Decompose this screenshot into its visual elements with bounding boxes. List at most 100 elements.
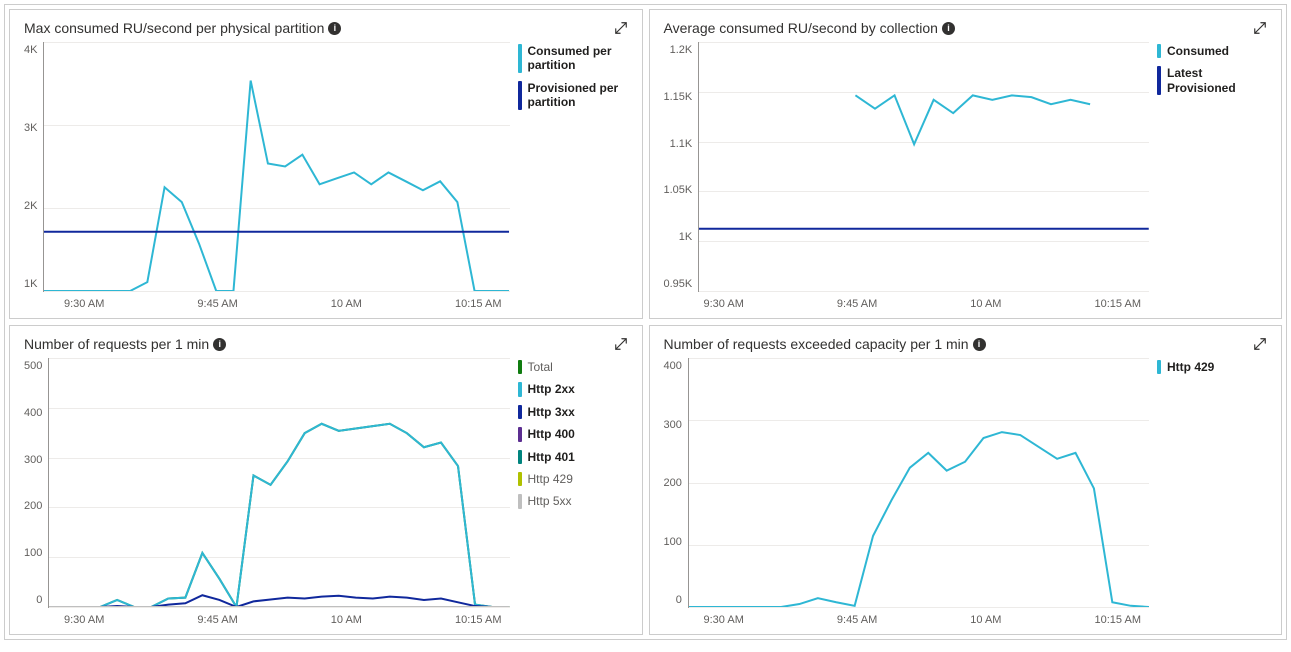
legend-label: Http 401	[528, 450, 575, 464]
chart-area: 1.2K1.15K1.1K1.05K1K0.95K 9:30 AM 9:45 AM…	[664, 42, 1150, 310]
plot-surface[interactable]	[688, 358, 1149, 608]
legend-color-bar	[518, 450, 522, 464]
legend-label: Consumed	[1167, 44, 1229, 58]
x-tick-label: 9:30 AM	[64, 614, 104, 626]
info-icon[interactable]: i	[328, 22, 341, 35]
legend-item[interactable]: Http 5xx	[518, 494, 628, 508]
legend-color-bar	[518, 44, 522, 73]
grid-line	[689, 607, 1149, 608]
y-tick-label: 0	[676, 594, 682, 606]
series-line	[44, 81, 509, 291]
x-tick-label: 10:15 AM	[455, 614, 501, 626]
y-tick-label: 1.2K	[670, 44, 693, 56]
legend-color-bar	[1157, 66, 1161, 95]
y-axis: 1.2K1.15K1.1K1.05K1K0.95K	[664, 42, 699, 292]
chart-svg	[44, 42, 509, 291]
legend: Consumed Latest Provisioned	[1157, 42, 1267, 310]
card-header: Number of requests exceeded capacity per…	[664, 336, 1268, 352]
legend-item[interactable]: Http 429	[518, 472, 628, 486]
legend-item[interactable]: Http 400	[518, 427, 628, 441]
card-header: Number of requests per 1 min i	[24, 336, 628, 352]
legend-label: Total	[528, 360, 553, 374]
legend-label: Http 5xx	[528, 494, 572, 508]
legend-label: Provisioned per partition	[528, 81, 628, 110]
y-tick-label: 100	[24, 547, 42, 559]
y-axis: 4003002001000	[664, 358, 688, 608]
chart-svg	[689, 358, 1149, 607]
card-title-text: Max consumed RU/second per physical part…	[24, 20, 324, 36]
expand-icon[interactable]	[614, 21, 628, 35]
plot-surface[interactable]	[698, 42, 1149, 292]
x-tick-label: 9:45 AM	[197, 298, 237, 310]
legend-item[interactable]: Http 3xx	[518, 405, 628, 419]
y-tick-label: 0	[36, 594, 42, 606]
expand-icon[interactable]	[614, 337, 628, 351]
grid-line	[44, 291, 509, 292]
chart-area: 5004003002001000 9:30 AM9:45 AM10 AM10:1…	[24, 358, 510, 626]
legend-label: Consumed per partition	[528, 44, 628, 73]
x-tick-label: 10:15 AM	[455, 298, 501, 310]
chart-area: 4003002001000 9:30 AM9:45 AM10 AM10:15 A…	[664, 358, 1150, 626]
legend-item[interactable]: Http 429	[1157, 360, 1267, 374]
card-title: Average consumed RU/second by collection…	[664, 20, 955, 36]
chart-svg	[699, 42, 1149, 291]
legend-label: Http 429	[528, 472, 573, 486]
x-tick-label: 10:15 AM	[1095, 614, 1141, 626]
legend-color-bar	[518, 405, 522, 419]
legend: Total Http 2xx Http 3xx Http 400 Http 401 Htt…	[518, 358, 628, 626]
card-body: 4003002001000 9:30 AM9:45 AM10 AM10:15 A…	[664, 358, 1268, 626]
x-tick-label: 9:30 AM	[704, 298, 744, 310]
plot-wrap: 4003002001000	[664, 358, 1150, 608]
legend-item[interactable]: Provisioned per partition	[518, 81, 628, 110]
dashboard-grid: Max consumed RU/second per physical part…	[4, 4, 1287, 640]
legend-item[interactable]: Total	[518, 360, 628, 374]
card-body: 4K3K2K1K 9:30 AM9:45 AM10 AM10:15 AM Con…	[24, 42, 628, 310]
plot-surface[interactable]	[48, 358, 509, 608]
legend-item[interactable]: Http 2xx	[518, 382, 628, 396]
expand-icon[interactable]	[1253, 21, 1267, 35]
y-tick-label: 300	[24, 454, 42, 466]
series-line	[856, 95, 1091, 144]
chart-card-ru-collection: Average consumed RU/second by collection…	[649, 9, 1283, 319]
expand-icon[interactable]	[1253, 337, 1267, 351]
y-tick-label: 300	[664, 419, 682, 431]
chart-card-ru-partition: Max consumed RU/second per physical part…	[9, 9, 643, 319]
legend-color-bar	[518, 360, 522, 374]
card-title-text: Number of requests per 1 min	[24, 336, 209, 352]
info-icon[interactable]: i	[942, 22, 955, 35]
card-body: 5004003002001000 9:30 AM9:45 AM10 AM10:1…	[24, 358, 628, 626]
legend-item[interactable]: Consumed	[1157, 44, 1267, 58]
info-icon[interactable]: i	[973, 338, 986, 351]
card-header: Average consumed RU/second by collection…	[664, 20, 1268, 36]
legend: Consumed per partition Provisioned per pa…	[518, 42, 628, 310]
y-tick-label: 400	[24, 407, 42, 419]
legend-label: Http 400	[528, 427, 575, 441]
x-tick-label: 9:45 AM	[837, 614, 877, 626]
y-tick-label: 3K	[24, 122, 37, 134]
y-tick-label: 200	[24, 500, 42, 512]
x-axis: 9:30 AM9:45 AM10 AM10:15 AM	[664, 292, 1150, 310]
y-tick-label: 400	[664, 360, 682, 372]
legend-color-bar	[518, 81, 522, 110]
legend-item[interactable]: Consumed per partition	[518, 44, 628, 73]
x-axis: 9:30 AM9:45 AM10 AM10:15 AM	[24, 292, 510, 310]
x-axis: 9:30 AM9:45 AM10 AM10:15 AM	[24, 608, 510, 626]
y-tick-label: 200	[664, 477, 682, 489]
legend-label: Http 3xx	[528, 405, 575, 419]
x-tick-label: 10 AM	[970, 298, 1001, 310]
plot-surface[interactable]	[43, 42, 509, 292]
info-icon[interactable]: i	[213, 338, 226, 351]
legend-item[interactable]: Http 401	[518, 450, 628, 464]
plot-wrap: 1.2K1.15K1.1K1.05K1K0.95K	[664, 42, 1150, 292]
y-tick-label: 0.95K	[664, 278, 693, 290]
card-title-text: Average consumed RU/second by collection	[664, 20, 938, 36]
x-tick-label: 9:45 AM	[837, 298, 877, 310]
legend: Http 429	[1157, 358, 1267, 626]
grid-line	[699, 291, 1149, 292]
x-tick-label: 10 AM	[331, 298, 362, 310]
plot-wrap: 5004003002001000	[24, 358, 510, 608]
legend-item[interactable]: Latest Provisioned	[1157, 66, 1267, 95]
card-header: Max consumed RU/second per physical part…	[24, 20, 628, 36]
y-tick-label: 1.1K	[670, 138, 693, 150]
legend-color-bar	[1157, 44, 1161, 58]
